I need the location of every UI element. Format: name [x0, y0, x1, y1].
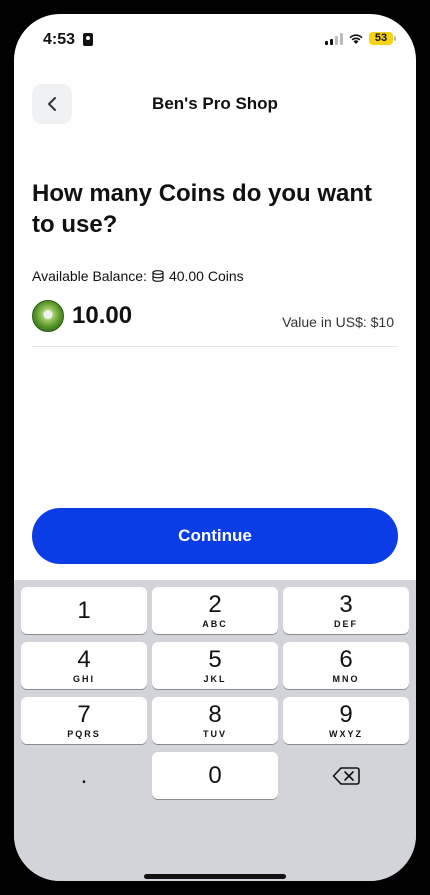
key-digit: 9	[339, 701, 353, 728]
key-digit: .	[80, 762, 88, 789]
key-letters: GHI	[72, 674, 95, 684]
status-bar: 4:53 53	[14, 14, 416, 64]
key-9[interactable]: 9 WXYZ	[283, 697, 409, 744]
key-3[interactable]: 3 DEF	[283, 587, 409, 634]
key-0[interactable]: 0	[152, 752, 278, 799]
numeric-keypad: 1 2 ABC 3 DEF 4 GHI 5 JKL 6 MNO 7 PQRS 8…	[14, 580, 416, 881]
key-digit: 5	[208, 646, 222, 673]
page-title: Ben's Pro Shop	[152, 94, 278, 113]
key-digit: 7	[77, 701, 91, 728]
coin-amount-row: 10.00 Value in US$: $10	[32, 300, 398, 347]
wifi-icon	[349, 34, 363, 44]
key-letters: DEF	[334, 619, 358, 629]
coin-amount-input[interactable]: 10.00	[72, 302, 132, 330]
key-4[interactable]: 4 GHI	[21, 642, 147, 689]
key-7[interactable]: 7 PQRS	[21, 697, 147, 744]
key-1[interactable]: 1	[21, 587, 147, 634]
continue-button[interactable]: Continue	[32, 508, 398, 564]
key-letters: PQRS	[67, 729, 101, 739]
key-letters: MNO	[332, 674, 360, 684]
question-heading: How many Coins do you want to use?	[32, 180, 373, 238]
battery-tip	[394, 36, 396, 41]
key-digit: 0	[208, 762, 222, 789]
golf-coin-icon	[32, 300, 64, 332]
key-digit: 8	[208, 701, 222, 728]
status-time: 4:53	[43, 31, 76, 48]
key-letters: WXYZ	[329, 729, 363, 739]
key-decimal[interactable]: .	[21, 752, 147, 799]
balance-label: Available Balance:	[32, 268, 147, 284]
key-backspace[interactable]	[283, 752, 409, 799]
key-letters: JKL	[203, 674, 227, 684]
key-6[interactable]: 6 MNO	[283, 642, 409, 689]
key-digit: 3	[339, 591, 353, 618]
available-balance: Available Balance: 40.00 Coins	[32, 268, 244, 284]
home-indicator[interactable]	[144, 874, 286, 879]
key-digit: 6	[339, 646, 353, 673]
key-5[interactable]: 5 JKL	[152, 642, 278, 689]
balance-value: 40.00 Coins	[168, 268, 244, 284]
cellular-signal-icon	[325, 33, 345, 45]
usd-value: Value in US$: $10	[282, 314, 394, 330]
key-2[interactable]: 2 ABC	[152, 587, 278, 634]
key-digit: 4	[77, 646, 91, 673]
key-letters: TUV	[203, 729, 227, 739]
backspace-icon	[332, 767, 360, 785]
contact-card-icon	[83, 33, 93, 46]
key-letters: ABC	[202, 619, 228, 629]
key-8[interactable]: 8 TUV	[152, 697, 278, 744]
key-digit: 2	[208, 591, 222, 618]
coins-stack-icon	[152, 270, 164, 282]
key-digit: 1	[77, 597, 91, 624]
battery-level: 53	[369, 32, 393, 45]
phone-screen: 4:53 53 Ben's Pro Shop How many Coins do…	[14, 14, 416, 881]
